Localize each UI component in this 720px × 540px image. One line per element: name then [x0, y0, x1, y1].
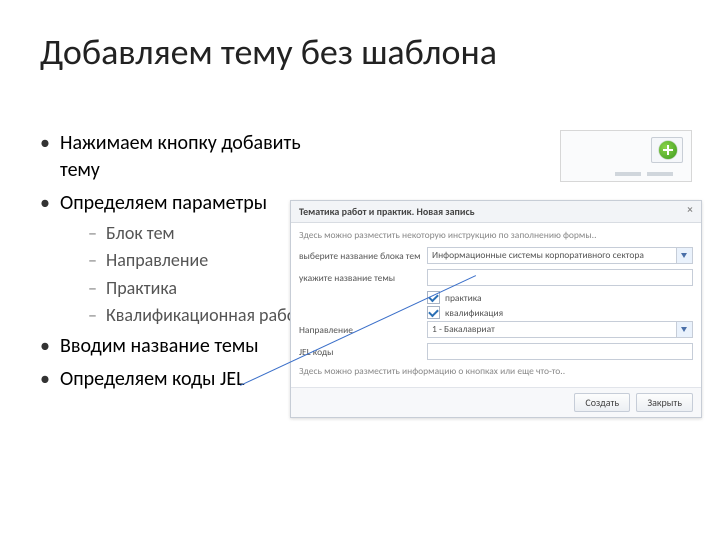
qualification-checkbox[interactable]: [427, 306, 440, 319]
topic-name-input[interactable]: [427, 269, 693, 286]
jel-codes-input[interactable]: [427, 343, 693, 360]
chevron-down-icon[interactable]: [676, 248, 692, 263]
dialog-footer: Создать Закрыть: [291, 387, 701, 417]
qualification-checkbox-label: квалификация: [445, 307, 503, 319]
toolbar-screenshot: [560, 130, 692, 182]
practice-checkbox-label: практика: [445, 292, 482, 304]
slide: Добавляем тему без шаблона Нажимаем кноп…: [0, 0, 720, 540]
toolbar-stub: [647, 172, 673, 176]
bullet-2-text: Определяем параметры: [60, 191, 267, 215]
bullet-1: Нажимаем кнопку добавить тему: [40, 130, 340, 184]
close-icon[interactable]: ×: [683, 203, 697, 217]
label-topic: укажите название темы: [299, 272, 427, 284]
dialog-titlebar: Тематика работ и практик. Новая запись ×: [291, 201, 701, 223]
close-button[interactable]: Закрыть: [636, 393, 693, 412]
dialog-hint-top: Здесь можно разместить некоторую инструк…: [299, 229, 693, 241]
chevron-down-icon[interactable]: [676, 322, 692, 337]
new-topic-dialog: Тематика работ и практик. Новая запись ×…: [290, 200, 702, 418]
block-select[interactable]: Информационные системы корпоративного се…: [427, 247, 693, 264]
create-button[interactable]: Создать: [574, 393, 630, 412]
add-plus-icon[interactable]: [659, 141, 677, 159]
label-block: выберите название блока тем: [299, 250, 427, 262]
toolbar-stub: [615, 172, 641, 176]
direction-select[interactable]: 1 - Бакалавриат: [427, 321, 693, 338]
slide-title: Добавляем тему без шаблона: [40, 30, 497, 74]
dialog-title-text: Тематика работ и практик. Новая запись: [299, 205, 475, 218]
dialog-hint-bottom: Здесь можно разместить информацию о кноп…: [299, 365, 693, 377]
